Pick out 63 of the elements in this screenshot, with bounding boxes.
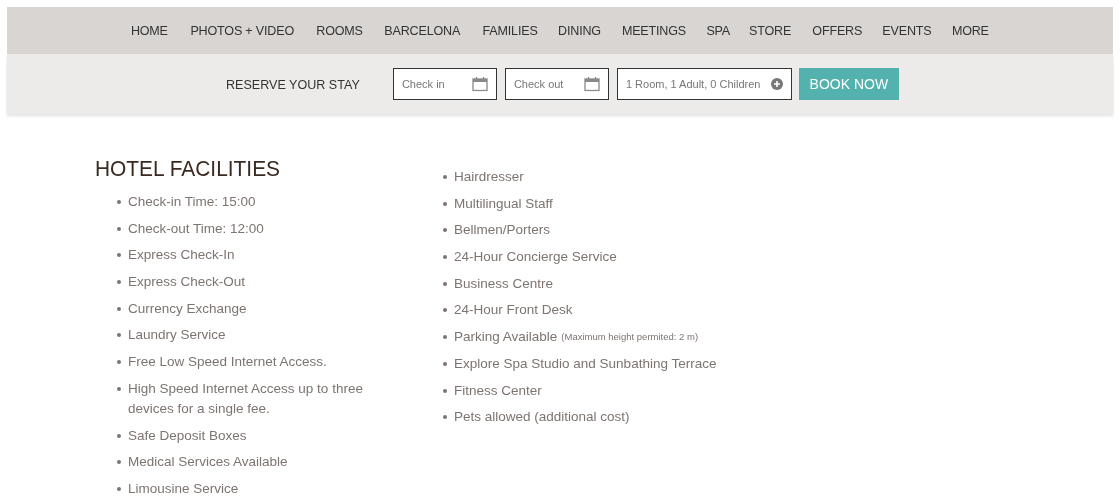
- facility-item: Explore Spa Studio and Sunbathing Terrace: [454, 354, 717, 373]
- facility-item: Safe Deposit Boxes: [128, 426, 247, 445]
- bullet-icon: [117, 253, 121, 258]
- bullet-icon: [117, 306, 121, 311]
- nav-link[interactable]: ROOMS: [308, 23, 371, 38]
- facility-item: Bellmen/Porters: [454, 221, 551, 240]
- facility-item: Check-out Time: 12:00: [128, 219, 264, 238]
- bullet-icon: [117, 280, 121, 285]
- facility-item: Check-in Time: 15:00: [128, 193, 256, 211]
- nav-link[interactable]: DINING: [550, 23, 609, 38]
- reserve-label: RESERVE YOUR STAY: [226, 76, 360, 92]
- bullet-icon: [117, 460, 121, 465]
- bullet-icon: [443, 281, 447, 286]
- nav-link[interactable]: MEETINGS: [614, 23, 694, 38]
- bullet-icon: [117, 486, 121, 491]
- facility-item: Hairdresser: [454, 168, 524, 186]
- calendar-icon[interactable]: [583, 76, 600, 92]
- facility-item: Medical Services Available: [128, 453, 288, 472]
- bullet-icon: [443, 228, 447, 233]
- bullet-icon: [117, 333, 121, 338]
- facility-item: Business Centre: [454, 274, 554, 293]
- bullet-icon: [443, 255, 447, 260]
- nav-link[interactable]: BARCELONA: [376, 23, 469, 38]
- bullet-icon: [443, 308, 447, 313]
- nav-link[interactable]: HOME: [123, 23, 176, 38]
- bullet-icon: [443, 201, 447, 206]
- facility-item: Fitness Center: [454, 381, 542, 400]
- facility-item: Limousine Service: [128, 479, 239, 498]
- bullet-icon: [117, 200, 121, 204]
- bullet-icon: [117, 360, 121, 365]
- facility-item: Express Check-In: [128, 246, 235, 265]
- bullet-icon: [117, 226, 121, 231]
- facility-item: Multilingual Staff: [454, 194, 553, 213]
- facility-item: Free Low Speed Internet Access.: [128, 353, 327, 372]
- bullet-icon: [443, 415, 447, 420]
- nav-link[interactable]: FAMILIES: [474, 23, 546, 38]
- bullet-icon: [117, 386, 121, 391]
- bullet-icon: [443, 388, 447, 393]
- facility-item: Currency Exchange: [128, 299, 247, 318]
- nav-link[interactable]: EVENTS: [874, 23, 940, 38]
- bullet-icon: [443, 175, 447, 179]
- calendar-icon[interactable]: [471, 76, 488, 92]
- facility-item: Pets allowed (additional cost): [454, 408, 630, 427]
- nav-link[interactable]: MORE: [944, 23, 997, 38]
- input-field[interactable]: Check in: [392, 68, 497, 100]
- plus-icon[interactable]: [770, 78, 783, 90]
- input-field[interactable]: Check out: [504, 68, 609, 100]
- nav-link[interactable]: OFFERS: [804, 23, 870, 38]
- input-field[interactable]: 1 Room, 1 Adult, 0 Children: [616, 68, 792, 100]
- nav-link[interactable]: PHOTOS + VIDEO: [182, 23, 302, 38]
- nav-link[interactable]: SPA: [698, 23, 738, 38]
- facility-item: Parking Available: [454, 328, 558, 347]
- bullet-icon: [443, 335, 447, 340]
- nav-link[interactable]: STORE: [741, 23, 800, 38]
- facility-item: High Speed Internet Access up to three devices for a single fee.: [128, 379, 364, 418]
- facility-item: 24-Hour Front Desk: [454, 301, 573, 320]
- facility-item: Laundry Service: [128, 326, 226, 345]
- section-title: HOTEL FACILITIES: [95, 156, 282, 182]
- facility-item: 24-Hour Concierge Service: [454, 248, 617, 267]
- facility-note: (Maximum height permited: 2 m): [561, 330, 699, 345]
- bullet-icon: [443, 361, 447, 366]
- bullet-icon: [117, 433, 121, 438]
- facility-item: Express Check-Out: [128, 273, 246, 292]
